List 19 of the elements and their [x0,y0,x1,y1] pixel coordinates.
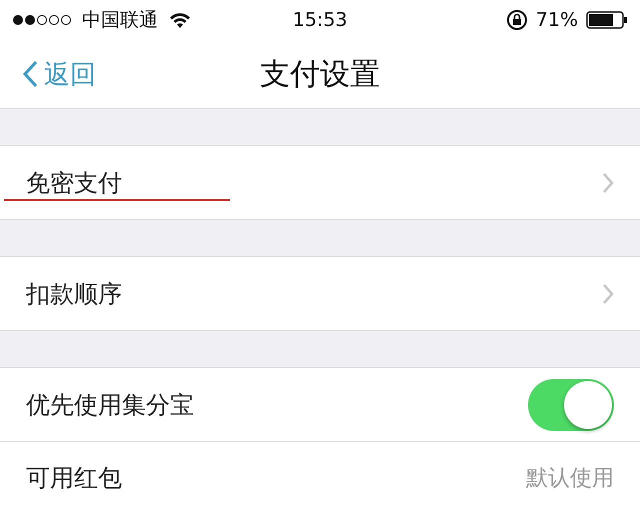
row-label: 免密支付 [26,168,122,198]
settings-row[interactable]: 免密支付 [0,146,640,219]
chevron-right-icon [602,282,614,304]
page-title: 支付设置 [260,56,380,92]
battery-percent: 71% [536,9,578,31]
carrier-name: 中国联通 [82,8,158,33]
clock-time: 15:53 [292,9,348,31]
row-label: 可用红包 [26,463,122,494]
settings-row[interactable]: 可用红包 默认使用 [0,441,640,513]
row-value: 默认使用 [526,465,614,493]
battery-icon [586,11,628,29]
row-label: 扣款顺序 [26,278,122,310]
chevron-right-icon [602,172,614,194]
wifi-icon [168,11,192,29]
toggle-switch[interactable] [528,378,614,430]
settings-row[interactable]: 扣款顺序 [0,257,640,330]
rotation-lock-icon [506,9,528,31]
row-label: 优先使用集分宝 [26,390,194,420]
back-chevron-icon [22,60,38,88]
